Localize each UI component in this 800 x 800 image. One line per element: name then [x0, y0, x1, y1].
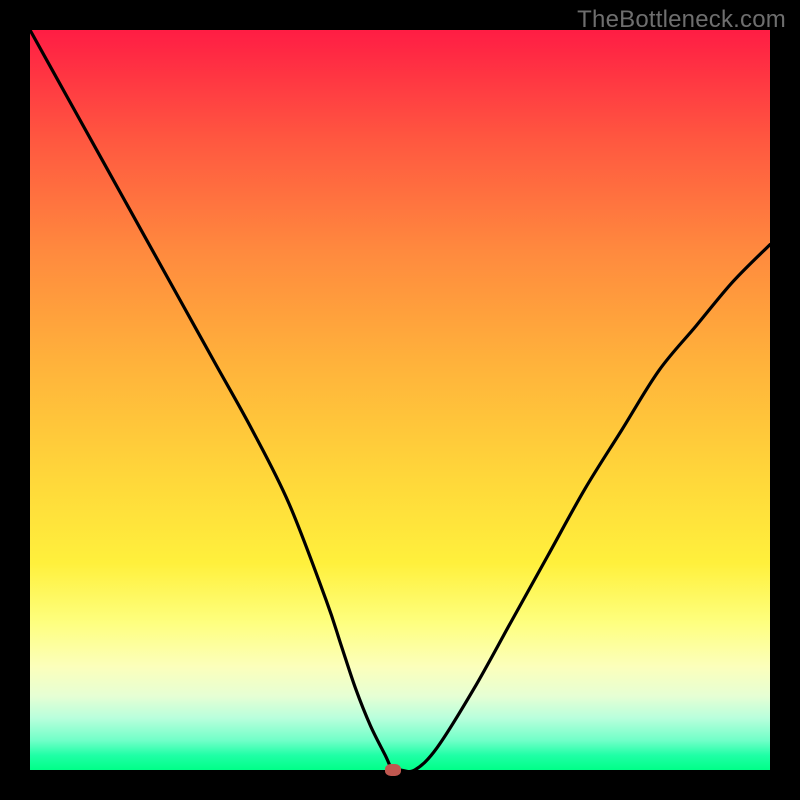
watermark-text: TheBottleneck.com — [577, 6, 786, 34]
bottleneck-marker — [385, 764, 401, 776]
chart-frame: TheBottleneck.com — [0, 0, 800, 800]
plot-area — [30, 30, 770, 770]
bottleneck-curve — [30, 30, 770, 770]
